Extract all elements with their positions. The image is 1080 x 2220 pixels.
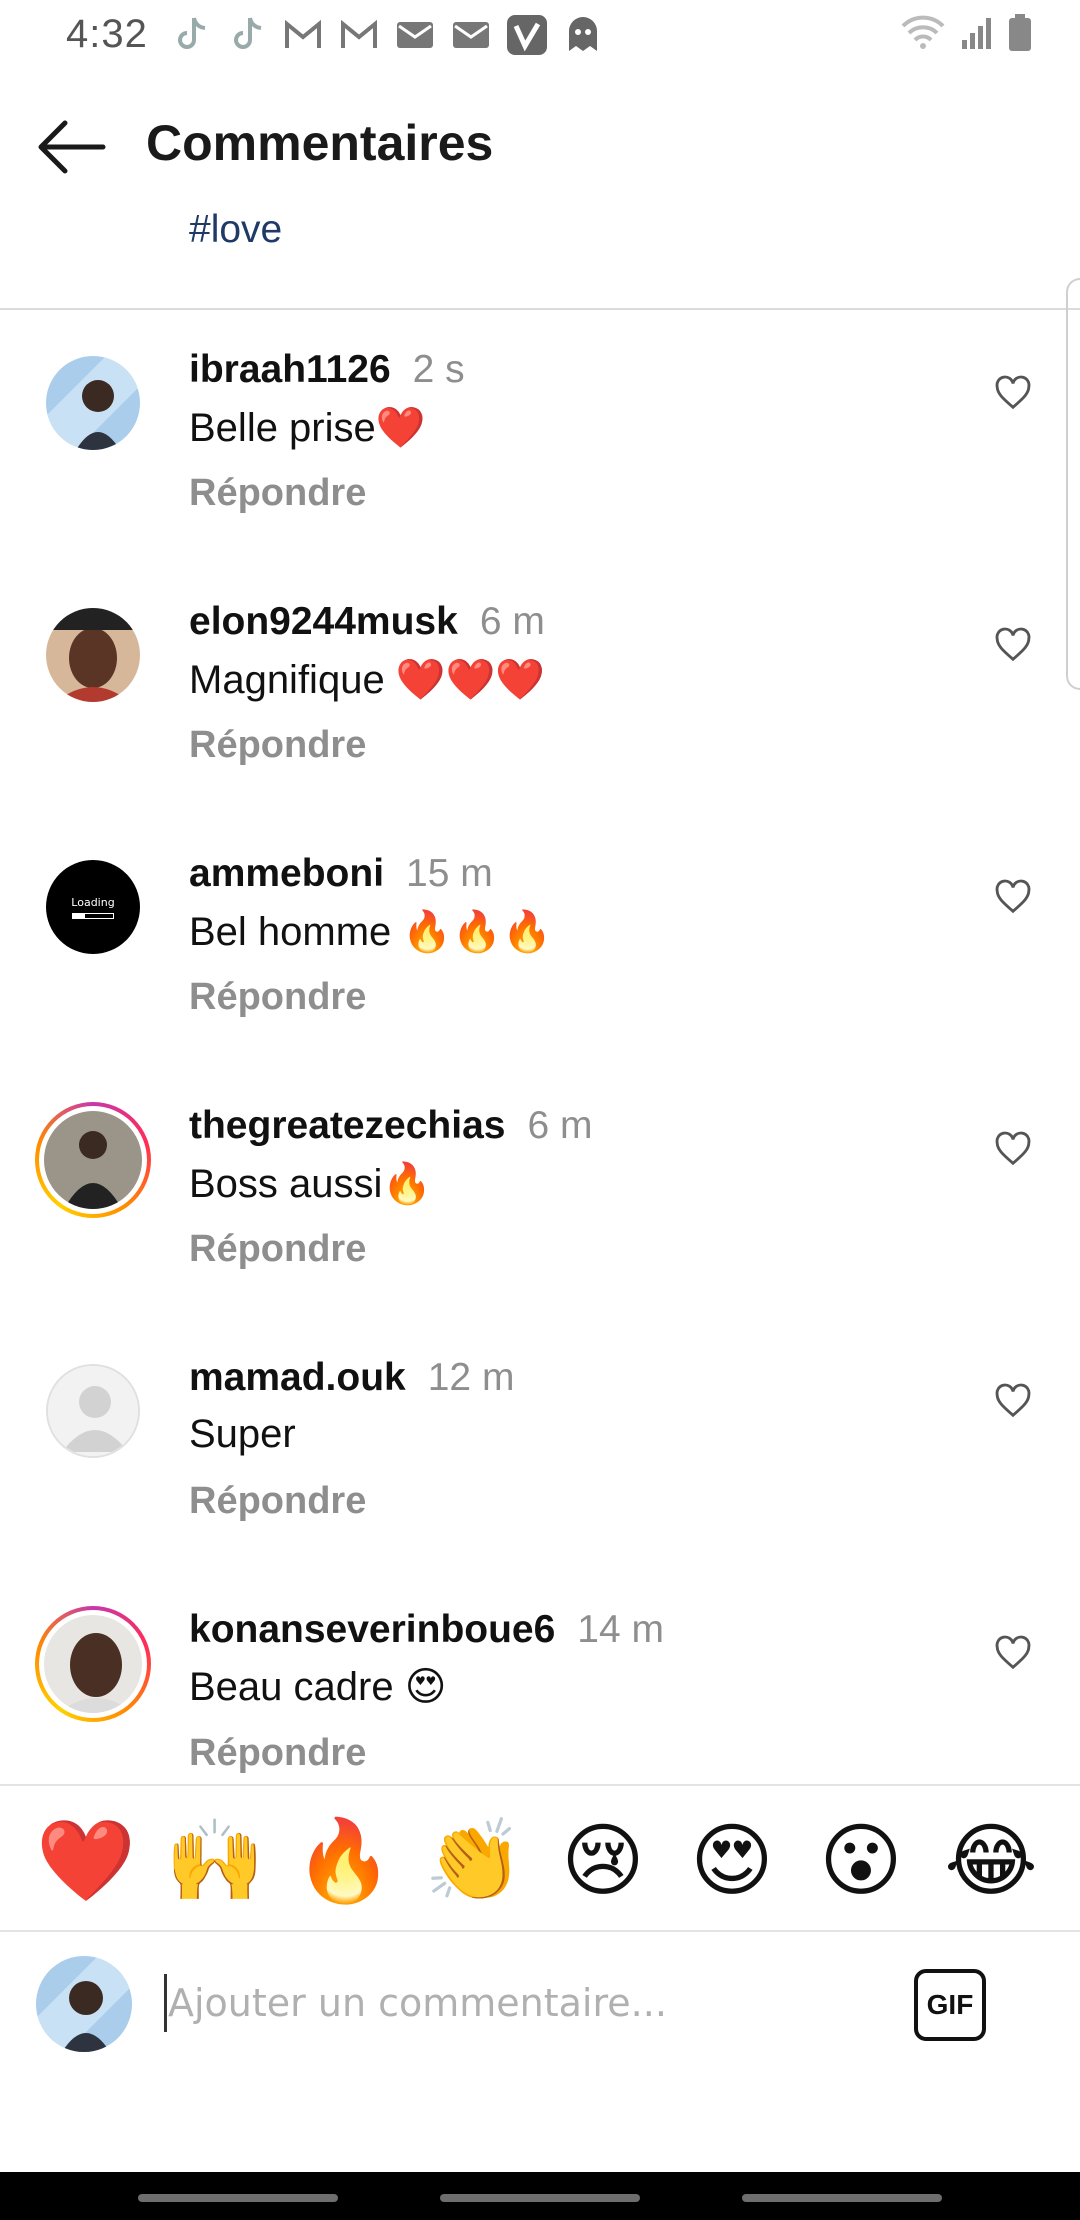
comment-time: 6 m bbox=[479, 600, 545, 643]
comment-time: 12 m bbox=[427, 1356, 515, 1399]
comment-item: mamad.ouk 12 m Super Répondre bbox=[0, 1320, 1080, 1572]
comment-text: Beau cadre 😍 bbox=[189, 1665, 447, 1709]
reply-button[interactable]: Répondre bbox=[189, 1480, 366, 1523]
heart-icon[interactable] bbox=[994, 1382, 1032, 1420]
comment-text: Belle prise❤️ bbox=[189, 406, 426, 450]
avatar bbox=[36, 1956, 132, 2052]
arrow-left-icon bbox=[38, 120, 106, 174]
nav-back-handle[interactable] bbox=[742, 2194, 942, 2202]
comment-item: konanseverinboue6 14 m Beau cadre 😍 Répon… bbox=[0, 1572, 1080, 1784]
emoji-button-laugh[interactable]: 😂 bbox=[941, 1816, 1041, 1906]
avatar bbox=[44, 1111, 142, 1209]
wifi-icon bbox=[900, 15, 946, 56]
comment-header: thegreatezechias 6 m bbox=[189, 1104, 593, 1148]
battery-icon bbox=[1008, 14, 1032, 57]
comment-time: 15 m bbox=[406, 852, 493, 895]
gmail-icon bbox=[338, 14, 380, 56]
comment-header: ammeboni 15 m bbox=[189, 852, 493, 896]
avatar-story-ring[interactable] bbox=[35, 1606, 151, 1722]
avatar bbox=[44, 1615, 142, 1713]
loading-bar bbox=[72, 912, 114, 919]
signal-icon bbox=[960, 16, 994, 55]
comment-header: ibraah1126 2 s bbox=[189, 348, 465, 392]
comment-item: elon9244musk 6 m Magnifique ❤️❤️❤️ Répond… bbox=[0, 564, 1080, 816]
divider bbox=[0, 308, 1080, 310]
tiktok-icon bbox=[170, 14, 212, 56]
avatar[interactable] bbox=[46, 356, 140, 450]
nav-recents-handle[interactable] bbox=[138, 2194, 338, 2202]
comment-text: Super bbox=[189, 1412, 296, 1456]
heart-icon[interactable] bbox=[994, 878, 1032, 916]
comment-username[interactable]: elon9244musk bbox=[189, 600, 458, 643]
comment-username[interactable]: konanseverinboue6 bbox=[189, 1608, 555, 1651]
comment-item: Loading ammeboni 15 m Bel homme 🔥🔥🔥 Répon… bbox=[0, 816, 1080, 1068]
comment-username[interactable]: thegreatezechias bbox=[189, 1104, 505, 1147]
comment-time: 2 s bbox=[412, 348, 465, 391]
back-button[interactable] bbox=[34, 112, 110, 182]
comment-time: 6 m bbox=[527, 1104, 593, 1147]
comment-text: Boss aussi🔥 bbox=[189, 1162, 433, 1206]
comment-item: thegreatezechias 6 m Boss aussi🔥 Répondre bbox=[0, 1068, 1080, 1320]
emoji-button-fire[interactable]: 🔥 bbox=[294, 1816, 394, 1906]
reply-button[interactable]: Répondre bbox=[189, 1732, 366, 1775]
mail-icon bbox=[450, 14, 492, 56]
default-avatar-icon[interactable] bbox=[46, 1364, 140, 1458]
nav-home-handle[interactable] bbox=[440, 2194, 640, 2202]
reply-button[interactable]: Répondre bbox=[189, 1228, 366, 1271]
emoji-button-heart-eyes[interactable]: 😍 bbox=[682, 1816, 782, 1906]
emoji-quick-bar: ❤️ 🙌 🔥 👏 😢 😍 😮 😂 bbox=[0, 1786, 1080, 1930]
text-caret bbox=[164, 1974, 167, 2032]
comment-username[interactable]: mamad.ouk bbox=[189, 1356, 406, 1399]
heart-icon[interactable] bbox=[994, 626, 1032, 664]
emoji-button-clap[interactable]: 👏 bbox=[424, 1816, 524, 1906]
comment-composer: GIF bbox=[0, 1932, 1080, 2172]
avatar-story-ring[interactable] bbox=[35, 1102, 151, 1218]
ghost-icon bbox=[562, 14, 604, 56]
comment-list: ibraah1126 2 s Belle prise❤️ Répondre elo… bbox=[0, 312, 1080, 1784]
emoji-button-heart[interactable]: ❤️ bbox=[36, 1816, 136, 1906]
heart-icon[interactable] bbox=[994, 1634, 1032, 1672]
emoji-button-raised-hands[interactable]: 🙌 bbox=[165, 1816, 265, 1906]
hashtag-link[interactable]: #love bbox=[189, 208, 282, 252]
comment-header: mamad.ouk 12 m bbox=[189, 1356, 514, 1400]
comment-username[interactable]: ibraah1126 bbox=[189, 348, 391, 391]
gmail-icon bbox=[282, 14, 324, 56]
comment-header: elon9244musk 6 m bbox=[189, 600, 545, 644]
mail-icon bbox=[394, 14, 436, 56]
emoji-button-cry[interactable]: 😢 bbox=[553, 1816, 653, 1906]
reply-button[interactable]: Répondre bbox=[189, 724, 366, 767]
system-icons bbox=[900, 14, 1032, 57]
avatar[interactable] bbox=[46, 608, 140, 702]
heart-icon[interactable] bbox=[994, 374, 1032, 412]
emoji-button-wow[interactable]: 😮 bbox=[811, 1816, 911, 1906]
page-title: Commentaires bbox=[146, 115, 494, 171]
heart-icon[interactable] bbox=[994, 1130, 1032, 1168]
notification-icons bbox=[170, 14, 604, 56]
vimeo-icon bbox=[506, 14, 548, 56]
gif-button[interactable]: GIF bbox=[914, 1969, 986, 2041]
comment-text: Magnifique ❤️❤️❤️ bbox=[189, 658, 546, 702]
avatar-loading-text: Loading bbox=[71, 895, 115, 909]
reply-button[interactable]: Répondre bbox=[189, 976, 366, 1019]
comment-time: 14 m bbox=[577, 1608, 664, 1651]
comment-text: Bel homme 🔥🔥🔥 bbox=[189, 910, 552, 954]
reply-button[interactable]: Répondre bbox=[189, 472, 366, 515]
comment-item: ibraah1126 2 s Belle prise❤️ Répondre bbox=[0, 312, 1080, 564]
comment-header: konanseverinboue6 14 m bbox=[189, 1608, 664, 1652]
header: Commentaires bbox=[0, 90, 1080, 200]
comment-username[interactable]: ammeboni bbox=[189, 852, 384, 895]
avatar[interactable]: Loading bbox=[46, 860, 140, 954]
status-bar: 4:32 bbox=[0, 0, 1080, 72]
tiktok-icon bbox=[226, 14, 268, 56]
navigation-bar bbox=[0, 2172, 1080, 2220]
comment-input[interactable] bbox=[164, 1970, 884, 2036]
status-time: 4:32 bbox=[66, 12, 148, 56]
